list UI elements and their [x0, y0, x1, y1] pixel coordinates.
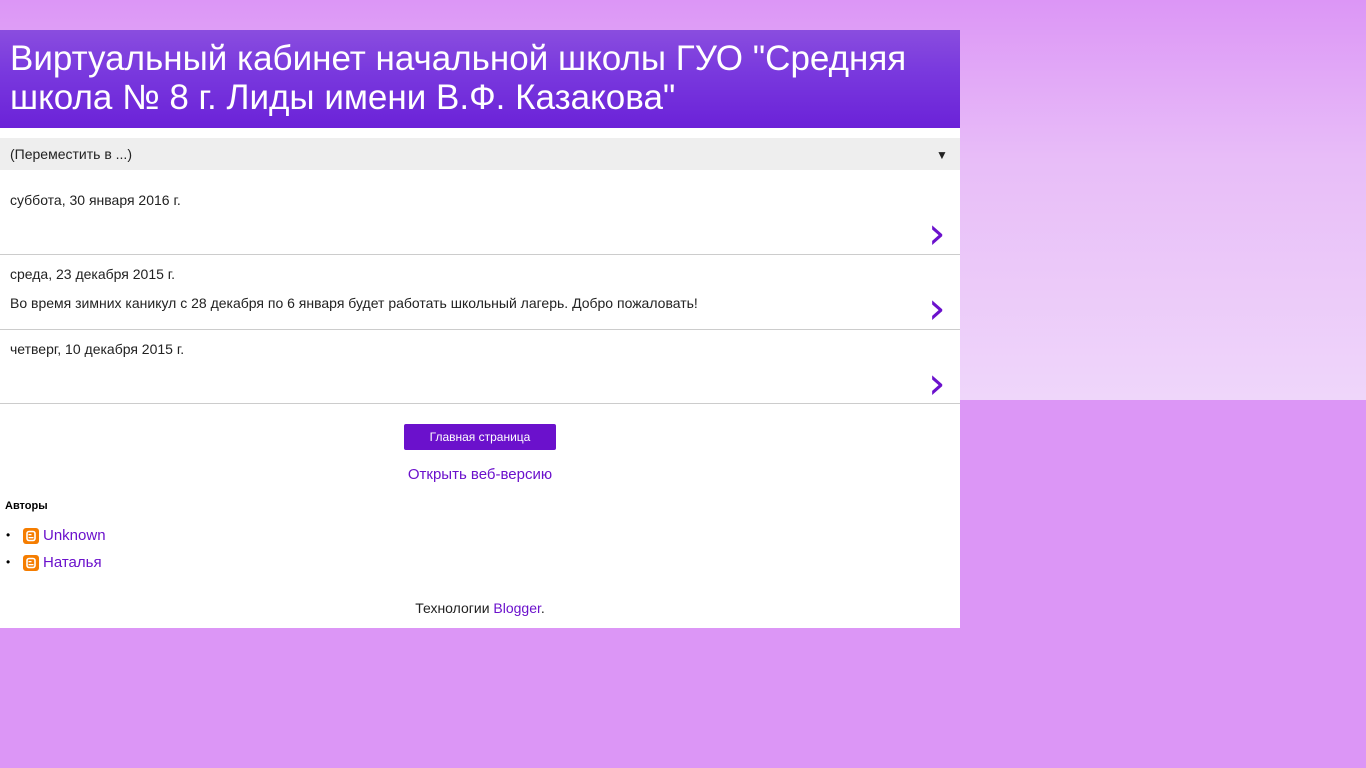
select-label: (Переместить в ...)	[10, 146, 132, 162]
author-link[interactable]: Unknown	[43, 527, 106, 544]
chevron-right-icon[interactable]: ›	[928, 287, 952, 331]
post-item[interactable]: четверг, 10 декабря 2015 г. ›	[0, 330, 960, 406]
blogger-link[interactable]: Blogger	[493, 600, 540, 616]
authors-heading: Авторы	[5, 500, 48, 512]
author-link[interactable]: Наталья	[43, 554, 102, 571]
powered-by-suffix: .	[540, 600, 545, 616]
triangle-down-icon: ▼	[936, 148, 948, 162]
post-item[interactable]: среда, 23 декабря 2015 г. Во время зимни…	[0, 255, 960, 331]
post-date: среда, 23 декабря 2015 г.	[10, 266, 176, 282]
web-version-link[interactable]: Открыть веб-версию	[0, 466, 960, 483]
chevron-right-icon[interactable]: ›	[928, 212, 952, 256]
post-snippet: Во время зимних каникул с 28 декабря по …	[10, 295, 698, 311]
mobile-blog-page: Виртуальный кабинет начальной школы ГУО …	[0, 30, 960, 628]
powered-by-prefix: Технологии	[415, 600, 494, 616]
blog-title[interactable]: Виртуальный кабинет начальной школы ГУО …	[10, 39, 940, 117]
powered-by: Технологии Blogger.	[0, 600, 960, 616]
bullet-icon: •	[6, 555, 11, 569]
post-date: четверг, 10 декабря 2015 г.	[10, 341, 185, 357]
home-page-button[interactable]: Главная страница	[404, 424, 556, 450]
bullet-icon: •	[6, 528, 11, 542]
chevron-right-icon[interactable]: ›	[928, 362, 952, 406]
post-item[interactable]: суббота, 30 января 2016 г. ›	[0, 170, 960, 256]
page-navigation-select[interactable]: (Переместить в ...) ▼	[0, 138, 960, 170]
blog-header: Виртуальный кабинет начальной школы ГУО …	[0, 30, 960, 128]
blogger-icon[interactable]	[23, 555, 39, 571]
blogger-icon[interactable]	[23, 528, 39, 544]
post-date: суббота, 30 января 2016 г.	[10, 192, 181, 208]
